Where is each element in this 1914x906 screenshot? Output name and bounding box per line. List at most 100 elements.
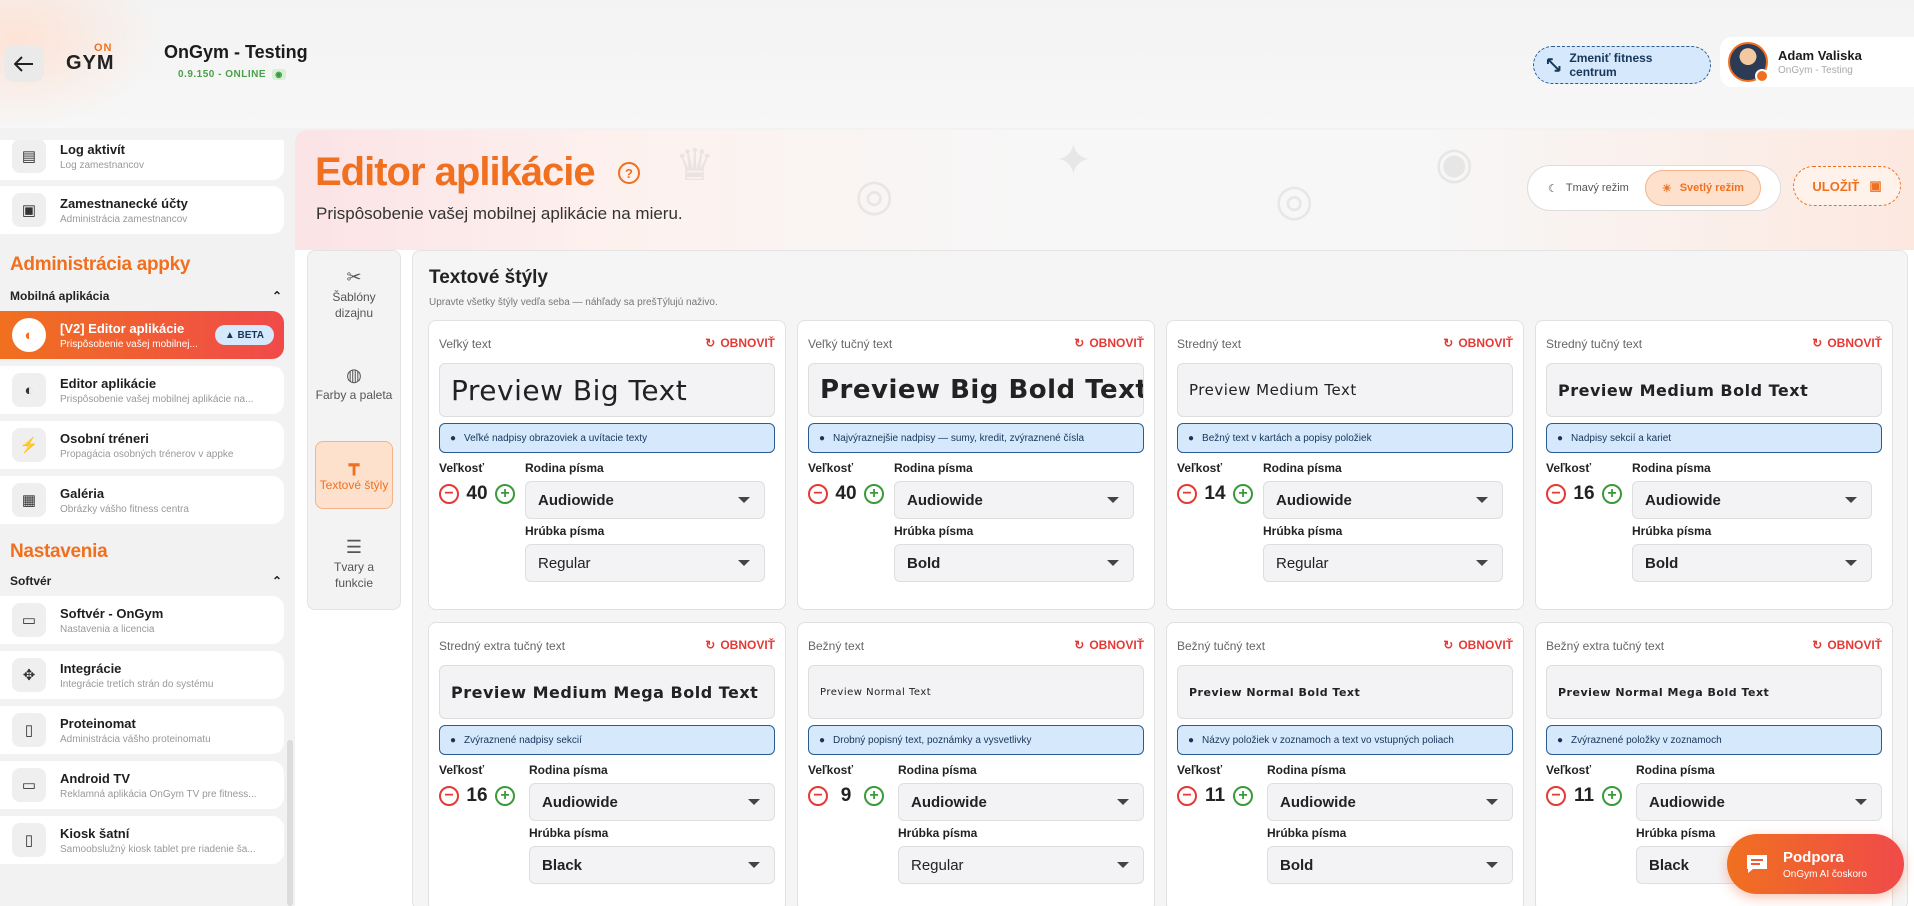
change-fitness-center-button[interactable]: Zmeniť fitness centrum: [1533, 46, 1711, 84]
caret-down-icon: [1107, 560, 1119, 566]
back-button[interactable]: [4, 46, 44, 82]
font-weight-select[interactable]: Bold: [1632, 544, 1872, 582]
decrease-size-button[interactable]: −: [1546, 786, 1566, 806]
font-family-select[interactable]: Audiowide: [898, 783, 1144, 821]
increase-size-button[interactable]: +: [864, 786, 884, 806]
reset-button[interactable]: ↻ OBNOVIŤ: [1812, 638, 1882, 652]
light-mode-option[interactable]: ☀ Svetlý režim: [1644, 170, 1761, 206]
tab-text-styles[interactable]: ┳ Textové štýly: [315, 441, 393, 509]
size-stepper: −40 +: [439, 483, 515, 505]
style-hint: ● Nadpisy sekcií a kariet: [1546, 423, 1882, 453]
tab-colors[interactable]: ◍ Farby a paleta: [315, 351, 393, 419]
tab-shapes[interactable]: ☰ Tvary a funkcie: [315, 531, 393, 599]
user-card[interactable]: Adam Valiska OnGym - Testing: [1720, 37, 1914, 87]
font-family-select[interactable]: Audiowide: [1267, 783, 1513, 821]
font-family-label: Rodina písma: [529, 763, 608, 777]
save-button[interactable]: ULOŽIŤ ▣: [1793, 166, 1901, 206]
reset-button[interactable]: ↻ OBNOVIŤ: [1443, 638, 1513, 652]
font-family-select[interactable]: Audiowide: [529, 783, 775, 821]
font-family-select[interactable]: Audiowide: [1263, 481, 1503, 519]
dark-mode-option[interactable]: ☾ Tmavý režim: [1532, 170, 1645, 206]
group-mobile-app[interactable]: Mobilná aplikácia ⌃: [10, 289, 282, 303]
sidebar-item-v2-editor[interactable]: ◐ [V2] Editor aplikácie Prispôsobenie vaš…: [0, 311, 284, 359]
style-preview: Preview Normal Text: [808, 665, 1144, 719]
sidebar-item-proteinomat[interactable]: ▯ Proteinomat Administrácia vášho protein…: [0, 706, 284, 754]
font-family-select[interactable]: Audiowide: [1632, 481, 1872, 519]
size-label: Veľkosť: [439, 763, 485, 777]
ball-icon: ◎: [855, 171, 894, 220]
sidebar-item-activity-log[interactable]: ▤ Log aktivít Log zamestnancov: [0, 140, 284, 180]
decrease-size-button[interactable]: −: [1177, 786, 1197, 806]
decrease-size-button[interactable]: −: [1546, 484, 1566, 504]
lightbulb-icon: ●: [450, 734, 457, 746]
size-value: 40: [466, 483, 488, 504]
sidebar-scrollbar[interactable]: [287, 740, 293, 906]
light-mode-label: Svetlý režim: [1679, 182, 1744, 194]
style-hint: ● Drobný popisný text, poznámky a vysvetl…: [808, 725, 1144, 755]
reset-button[interactable]: ↻ OBNOVIŤ: [705, 336, 775, 350]
sidebar-item-gallery[interactable]: ▦ Galéria Obrázky vášho fitness centra: [0, 476, 284, 524]
decrease-size-button[interactable]: −: [439, 484, 459, 504]
sidebar-item-sub: Reklamná aplikácia OnGym TV pre fitness.…: [60, 788, 257, 800]
increase-size-button[interactable]: +: [1233, 484, 1253, 504]
font-weight-label: Hrúbka písma: [1263, 524, 1343, 538]
font-weight-label: Hrúbka písma: [525, 524, 605, 538]
sidebar-item-integrations[interactable]: ✥ Integrácie Integrácie tretích strán do …: [0, 651, 284, 699]
font-family-select[interactable]: Audiowide: [894, 481, 1134, 519]
font-weight-select[interactable]: Bold: [1267, 846, 1513, 884]
tab-design-templates[interactable]: ✂ Šablóny dizajnu: [315, 261, 393, 329]
size-label: Veľkosť: [808, 461, 854, 475]
sidebar-item-software-ongym[interactable]: ▭ Softvér - OnGym Nastavenia a licencia: [0, 596, 284, 644]
sidebar-item-sub: Integrácie tretích strán do systému: [60, 678, 214, 690]
main-panel: ♛ ◎ ✦ ◎ ◉ Editor aplikácie ? Prispôsoben…: [295, 130, 1914, 906]
size-value: 9: [840, 785, 852, 806]
reset-button[interactable]: ↻ OBNOVIŤ: [1074, 336, 1144, 350]
decrease-size-button[interactable]: −: [808, 484, 828, 504]
sidebar-item-personal-trainers[interactable]: ⚡ Osobní tréneri Propagácia osobných trén…: [0, 421, 284, 469]
lightbulb-icon: ●: [1557, 432, 1564, 444]
font-family-value: Audiowide: [907, 491, 983, 509]
dark-mode-label: Tmavý režim: [1565, 182, 1629, 194]
font-weight-select[interactable]: Regular: [525, 544, 765, 582]
group-software[interactable]: Softvér ⌃: [10, 574, 282, 588]
decrease-size-button[interactable]: −: [1177, 484, 1197, 504]
size-value: 16: [1573, 483, 1595, 504]
sidebar-item-sub: Obrázky vášho fitness centra: [60, 503, 189, 515]
font-weight-select[interactable]: Black: [529, 846, 775, 884]
font-family-select[interactable]: Audiowide: [525, 481, 765, 519]
sidebar-item-employee-accounts[interactable]: ▣ Zamestnanecké účty Administrácia zamest…: [0, 186, 284, 234]
sidebar-item-kiosk[interactable]: ▯ Kiosk šatní Samoobslužný kiosk tablet p…: [0, 816, 284, 864]
decrease-size-button[interactable]: −: [808, 786, 828, 806]
reset-button[interactable]: ↻ OBNOVIŤ: [1443, 336, 1513, 350]
support-button[interactable]: Podpora OnGym AI čoskoro: [1727, 834, 1904, 894]
integrations-icon: ✥: [12, 658, 46, 692]
font-weight-select[interactable]: Regular: [1263, 544, 1503, 582]
increase-size-button[interactable]: +: [495, 786, 515, 806]
increase-size-button[interactable]: +: [1602, 484, 1622, 504]
reset-button[interactable]: ↻ OBNOVIŤ: [705, 638, 775, 652]
text-style-card: Bežný text ↻ OBNOVIŤ Preview Normal Text ● Dr…: [797, 622, 1155, 906]
font-weight-select[interactable]: Regular: [898, 846, 1144, 884]
font-weight-value: Regular: [911, 856, 964, 874]
size-value: 11: [1204, 785, 1226, 806]
sidebar-item-android-tv[interactable]: ▭ Android TV Reklamná aplikácia OnGym TV …: [0, 761, 284, 809]
sidebar-item-sub: Samoobslužný kiosk tablet pre riadenie š…: [60, 843, 256, 855]
increase-size-button[interactable]: +: [1602, 786, 1622, 806]
size-stepper: −9 +: [808, 785, 884, 807]
avatar-badge-icon: [1755, 69, 1769, 83]
sidebar-item-label: [V2] Editor aplikácie: [60, 320, 185, 336]
help-icon[interactable]: ?: [618, 162, 640, 184]
app-logo[interactable]: ON GYM: [66, 40, 140, 80]
style-name: Veľký tučný text: [808, 337, 893, 351]
sidebar-item-app-editor[interactable]: ◐ Editor aplikácie Prispôsobenie vašej mo…: [0, 366, 284, 414]
text-style-card: Stredný text ↻ OBNOVIŤ Preview Medium Text ●…: [1166, 320, 1524, 610]
reset-button[interactable]: ↻ OBNOVIŤ: [1074, 638, 1144, 652]
decrease-size-button[interactable]: −: [439, 786, 459, 806]
reset-button[interactable]: ↻ OBNOVIŤ: [1812, 336, 1882, 350]
font-family-select[interactable]: Audiowide: [1636, 783, 1882, 821]
increase-size-button[interactable]: +: [495, 484, 515, 504]
font-weight-label: Hrúbka písma: [1632, 524, 1712, 538]
increase-size-button[interactable]: +: [864, 484, 884, 504]
increase-size-button[interactable]: +: [1233, 786, 1253, 806]
font-weight-select[interactable]: Bold: [894, 544, 1134, 582]
